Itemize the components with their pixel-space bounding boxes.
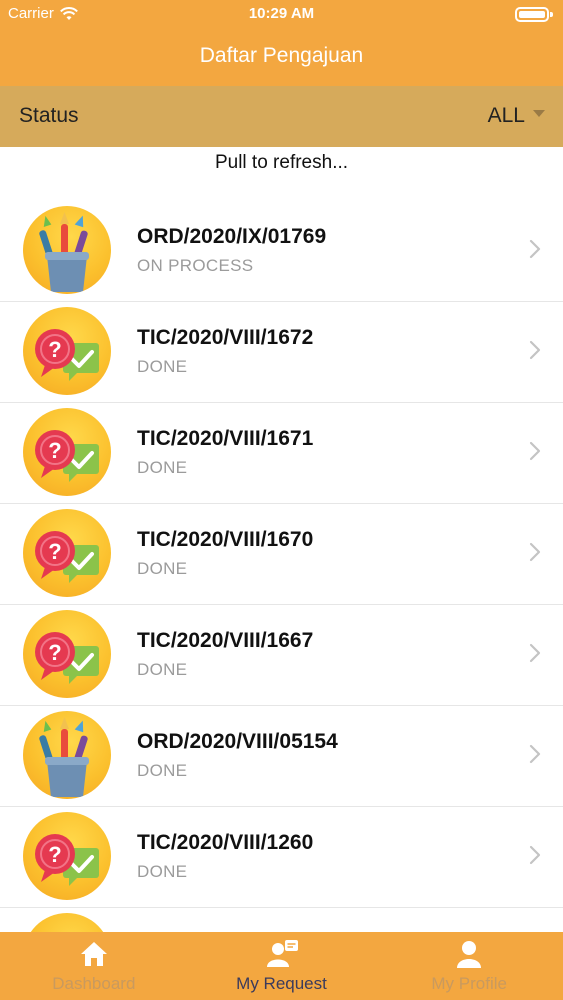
tab-label: My Profile: [431, 974, 507, 993]
request-row[interactable]: ? TIC/2020/VIII/1667 DONE: [0, 605, 563, 706]
svg-text:?: ?: [48, 438, 61, 463]
request-status: DONE: [137, 660, 188, 679]
chevron-right-icon: [529, 845, 541, 865]
caret-down-icon: [533, 110, 545, 117]
svg-text:?: ?: [48, 539, 61, 564]
request-row[interactable]: ORD/2020/VIII/05154 DONE: [0, 706, 563, 807]
clock: 10:29 AM: [248, 5, 315, 22]
question-check-icon: ?: [23, 307, 111, 395]
request-id: TIC/2020/VIII/1672: [137, 326, 314, 349]
tab-label: My Request: [236, 974, 327, 993]
svg-text:?: ?: [48, 842, 61, 867]
paint-brushes-icon: [23, 206, 111, 294]
status-filter-bar: Status ALL: [0, 86, 563, 147]
request-id: TIC/2020/VIII/1671: [137, 427, 314, 450]
chevron-right-icon: [529, 643, 541, 663]
request-row[interactable]: ORD/2020/IX/01769 ON PROCESS: [0, 201, 563, 302]
request-status: ON PROCESS: [137, 256, 254, 275]
request-status: DONE: [137, 357, 188, 376]
tab-my-request[interactable]: My Request: [188, 932, 376, 1000]
request-status: DONE: [137, 862, 188, 881]
request-status: DONE: [137, 458, 188, 477]
status-filter-dropdown[interactable]: ALL: [488, 104, 545, 128]
question-check-icon: ?: [23, 408, 111, 496]
tab-dashboard[interactable]: Dashboard: [0, 932, 188, 1000]
tab-bar: Dashboard My Request My Profile: [0, 932, 563, 1000]
tab-label: Dashboard: [52, 974, 136, 993]
request-row[interactable]: ? TIC/2020/VIII/1671 DONE: [0, 403, 563, 504]
request-id: TIC/2020/VIII/1260: [137, 831, 314, 854]
paint-brushes-icon: [23, 711, 111, 799]
home-icon: [79, 940, 109, 973]
chevron-right-icon: [529, 744, 541, 764]
request-row[interactable]: ? TIC/2020/VIII/1670 DONE: [0, 504, 563, 605]
status-bar: Carrier 10:29 AM: [0, 0, 563, 28]
request-status: DONE: [137, 559, 188, 578]
request-id: TIC/2020/VIII/1670: [137, 528, 314, 551]
chevron-right-icon: [529, 441, 541, 461]
status-filter-label: Status: [19, 104, 79, 127]
request-row[interactable]: ? TIC/2020/VIII/1672 DONE: [0, 302, 563, 403]
page-title: Daftar Pengajuan: [199, 44, 364, 67]
svg-text:?: ?: [48, 337, 61, 362]
question-check-icon: ?: [23, 610, 111, 698]
request-icon: [265, 940, 299, 973]
status-filter-value: ALL: [487, 104, 525, 127]
battery-icon: [515, 7, 553, 22]
profile-icon: [455, 940, 483, 973]
request-status: DONE: [137, 761, 188, 780]
request-row[interactable]: ? TIC/2020/VIII/1260 DONE: [0, 807, 563, 908]
request-id: TIC/2020/VIII/1667: [137, 629, 314, 652]
svg-text:?: ?: [48, 640, 61, 665]
chevron-right-icon: [529, 239, 541, 259]
app-header: Carrier 10:29 AM Daftar Pengajuan: [0, 0, 563, 86]
request-list[interactable]: ORD/2020/IX/01769 ON PROCESS? TIC/2020/VII…: [0, 201, 563, 1000]
chevron-right-icon: [529, 542, 541, 562]
question-check-icon: ?: [23, 509, 111, 597]
pull-to-refresh-text: Pull to refresh...: [214, 152, 349, 173]
chevron-right-icon: [529, 340, 541, 360]
question-check-icon: ?: [23, 812, 111, 900]
request-id: ORD/2020/VIII/05154: [137, 730, 338, 753]
request-id: ORD/2020/IX/01769: [137, 225, 327, 248]
tab-my-profile[interactable]: My Profile: [375, 932, 563, 1000]
